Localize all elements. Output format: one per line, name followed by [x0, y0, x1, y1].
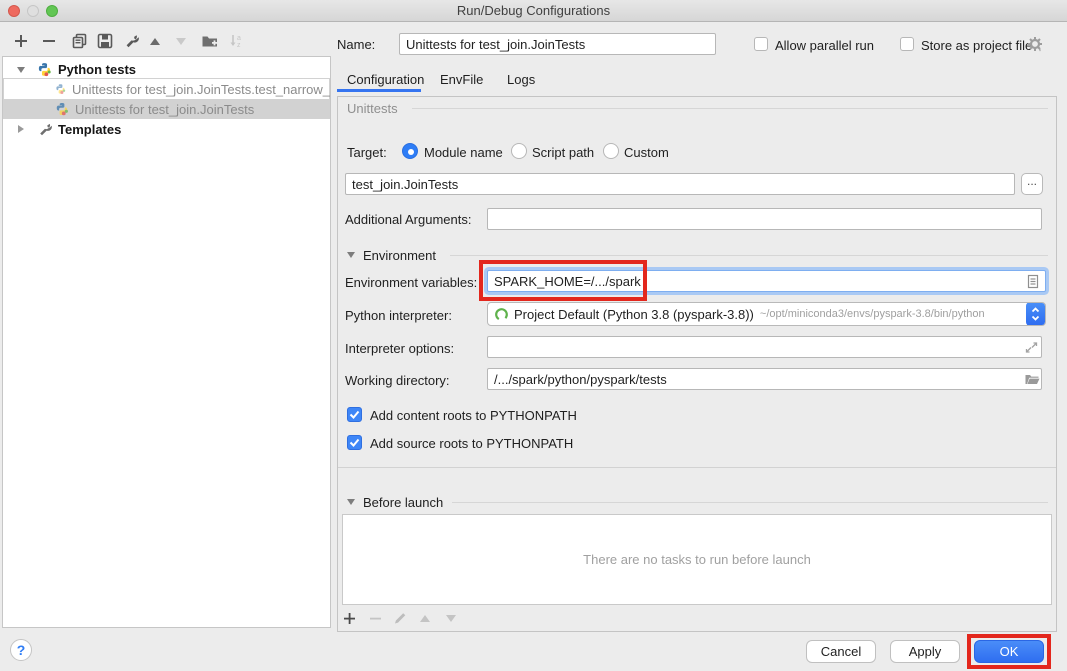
- add-content-roots-checkbox[interactable]: [347, 407, 362, 422]
- help-button[interactable]: ?: [10, 639, 32, 661]
- save-configuration-icon[interactable]: [96, 32, 114, 50]
- copy-configuration-icon[interactable]: [70, 32, 88, 50]
- radio-custom[interactable]: [603, 143, 619, 159]
- active-tab-underline: [337, 89, 421, 92]
- tree-item-test-narrow[interactable]: Unittests for test_join.JoinTests.test_n…: [3, 79, 330, 99]
- collapsed-chevron-icon[interactable]: [18, 125, 24, 133]
- python-test-config-icon: [55, 82, 66, 96]
- move-up-icon[interactable]: [146, 32, 164, 50]
- move-down-icon: [172, 32, 190, 50]
- add-source-roots-checkbox[interactable]: [347, 435, 362, 450]
- combo-stepper-icon[interactable]: [1026, 302, 1045, 326]
- tab-logs[interactable]: Logs: [507, 72, 535, 87]
- before-launch-task-list[interactable]: There are no tasks to run before launch: [342, 514, 1052, 605]
- allow-parallel-run-checkbox[interactable]: [754, 37, 768, 51]
- expand-collapse-icon[interactable]: [17, 67, 25, 73]
- remove-configuration-button[interactable]: [40, 32, 58, 50]
- check-icon: [349, 409, 360, 420]
- close-window-button[interactable]: [8, 5, 20, 17]
- target-label: Target:: [347, 145, 387, 160]
- radio-custom-label: Custom: [624, 145, 669, 160]
- ok-button[interactable]: OK: [974, 640, 1044, 663]
- interpreter-options-label: Interpreter options:: [345, 341, 454, 356]
- radio-module-name[interactable]: [402, 143, 418, 159]
- browse-button[interactable]: ...: [1021, 173, 1043, 195]
- python-interpreter-combo[interactable]: Project Default (Python 3.8 (pyspark-3.8…: [487, 302, 1046, 326]
- allow-parallel-run-label: Allow parallel run: [775, 38, 874, 53]
- module-name-input[interactable]: [345, 173, 1015, 195]
- conda-env-icon: [494, 307, 509, 322]
- new-folder-icon[interactable]: [200, 32, 218, 50]
- add-task-button[interactable]: [340, 609, 358, 627]
- tree-item-jointests-selected[interactable]: Unittests for test_join.JoinTests: [3, 99, 330, 119]
- interpreter-value: Project Default (Python 3.8 (pyspark-3.8…: [514, 307, 754, 322]
- add-source-roots-label: Add source roots to PYTHONPATH: [370, 436, 573, 451]
- edit-templates-wrench-icon[interactable]: [122, 32, 140, 50]
- environment-variables-label: Environment variables:: [345, 275, 477, 290]
- section-separator: [338, 467, 1056, 468]
- move-task-up-icon: [416, 609, 434, 627]
- radio-script-path[interactable]: [511, 143, 527, 159]
- tree-item-label: Unittests for test_join.JoinTests: [75, 102, 254, 117]
- before-launch-collapse-icon[interactable]: [347, 499, 355, 505]
- gear-icon[interactable]: [1027, 36, 1044, 56]
- run-debug-configurations-dialog: Run/Debug Configurations az Python tests: [0, 0, 1067, 671]
- title-bar: Run/Debug Configurations: [0, 0, 1067, 22]
- before-launch-label: Before launch: [363, 495, 443, 510]
- tree-item-label: Templates: [58, 122, 121, 137]
- tab-configuration[interactable]: Configuration: [347, 72, 424, 87]
- working-directory-label: Working directory:: [345, 373, 450, 388]
- svg-text:a: a: [237, 35, 241, 42]
- name-label: Name:: [337, 37, 375, 52]
- expand-field-icon[interactable]: [1024, 340, 1039, 358]
- environment-variables-input[interactable]: [487, 270, 1046, 292]
- python-tests-icon: [37, 62, 52, 77]
- browse-folder-icon[interactable]: [1024, 372, 1040, 389]
- python-test-config-icon: [55, 102, 69, 116]
- store-as-project-file-label: Store as project file: [921, 38, 1032, 53]
- unittests-group-line: [412, 108, 1048, 109]
- configurations-tree: Python tests Unittests for test_join.Joi…: [2, 56, 331, 628]
- add-configuration-button[interactable]: [12, 32, 30, 50]
- env-vars-list-icon[interactable]: [1026, 274, 1040, 292]
- minimize-window-button: [27, 5, 39, 17]
- remove-task-button: [366, 609, 384, 627]
- radio-script-path-label: Script path: [532, 145, 594, 160]
- interpreter-options-input[interactable]: [487, 336, 1042, 358]
- add-content-roots-label: Add content roots to PYTHONPATH: [370, 408, 577, 423]
- unittests-group-label: Unittests: [347, 101, 398, 116]
- tree-item-templates[interactable]: Templates: [3, 119, 330, 139]
- interpreter-path: ~/opt/miniconda3/envs/pyspark-3.8/bin/py…: [760, 308, 1026, 320]
- svg-text:z: z: [237, 42, 241, 49]
- environment-collapse-icon[interactable]: [347, 252, 355, 258]
- environment-group-label: Environment: [363, 248, 436, 263]
- tree-item-label: Unittests for test_join.JoinTests.test_n…: [72, 82, 330, 97]
- sort-alphabetically-icon: az: [228, 32, 246, 50]
- move-task-down-icon: [442, 609, 460, 627]
- templates-wrench-icon: [37, 122, 52, 137]
- radio-module-name-label: Module name: [424, 145, 503, 160]
- environment-group-line: [450, 255, 1048, 256]
- tree-item-python-tests[interactable]: Python tests: [3, 59, 330, 79]
- zoom-window-button[interactable]: [46, 5, 58, 17]
- additional-arguments-label: Additional Arguments:: [345, 212, 471, 227]
- tab-envfile[interactable]: EnvFile: [440, 72, 483, 87]
- before-launch-line: [452, 502, 1048, 503]
- before-launch-empty-text: There are no tasks to run before launch: [343, 552, 1051, 567]
- working-directory-input[interactable]: [487, 368, 1042, 390]
- tree-item-label: Python tests: [58, 62, 136, 77]
- check-icon: [349, 437, 360, 448]
- python-interpreter-label: Python interpreter:: [345, 308, 452, 323]
- name-input[interactable]: [399, 33, 716, 55]
- additional-arguments-input[interactable]: [487, 208, 1042, 230]
- window-title: Run/Debug Configurations: [0, 0, 1067, 21]
- edit-task-pencil-icon: [391, 609, 409, 627]
- cancel-button[interactable]: Cancel: [806, 640, 876, 663]
- store-as-project-file-checkbox[interactable]: [900, 37, 914, 51]
- apply-button[interactable]: Apply: [890, 640, 960, 663]
